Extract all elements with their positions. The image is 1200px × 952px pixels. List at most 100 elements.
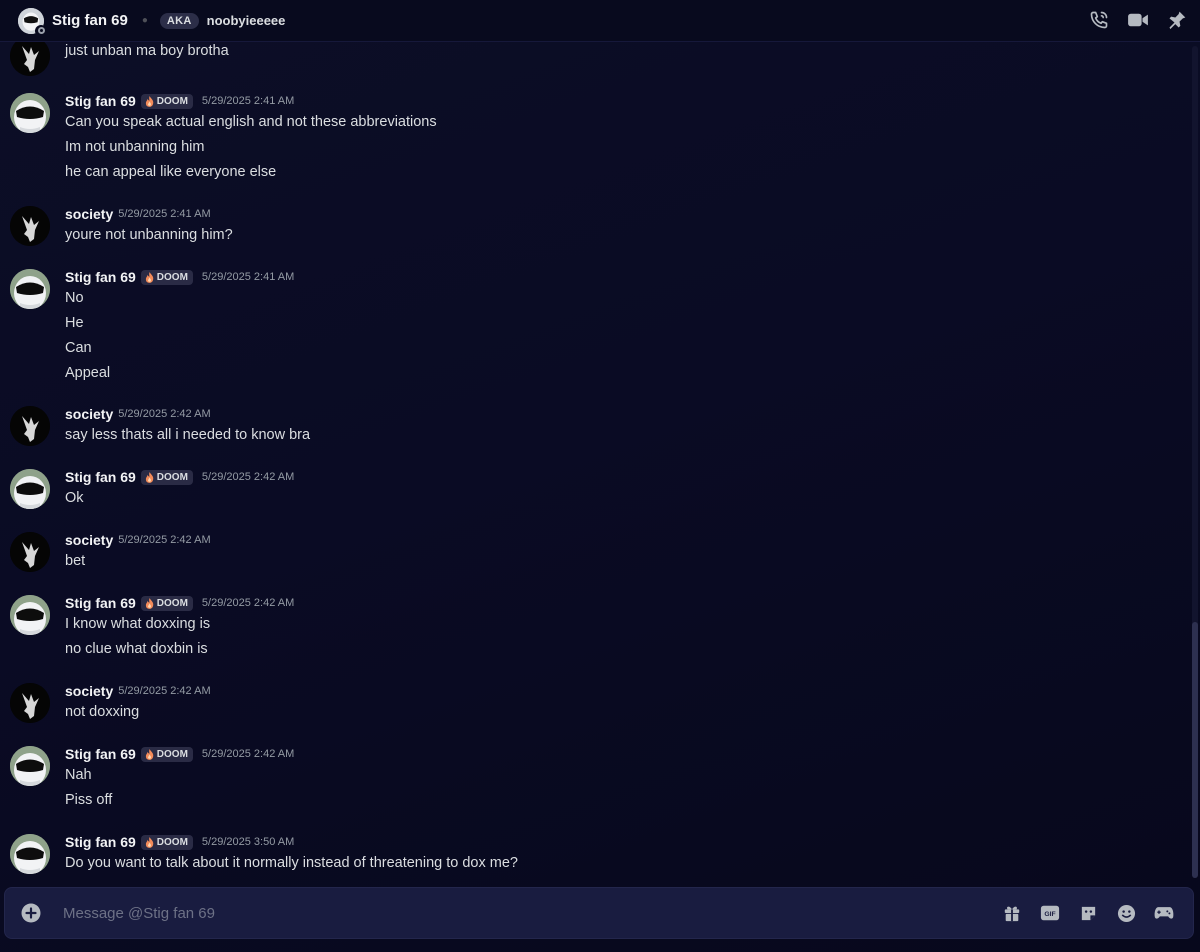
- server-tag[interactable]: DOOM: [140, 746, 193, 762]
- message-composer: GIF: [4, 887, 1194, 939]
- header-title[interactable]: Stig fan 69: [52, 12, 128, 29]
- dove-icon: [10, 42, 50, 76]
- apps-icon[interactable]: [1153, 902, 1175, 924]
- flame-icon: [145, 836, 154, 848]
- message-input[interactable]: [63, 897, 933, 929]
- video-call-icon[interactable]: [1127, 9, 1149, 31]
- author-name[interactable]: Stig fan 69: [65, 834, 136, 850]
- stig-helmet-icon: [10, 595, 50, 635]
- author-name[interactable]: Stig fan 69: [65, 269, 136, 285]
- server-tag-label: DOOM: [156, 471, 188, 483]
- message-header: Stig fan 69 DOOM 5/29/2025 2:42 AM: [65, 469, 294, 485]
- stig-helmet-icon: [10, 834, 50, 874]
- avatar[interactable]: [10, 206, 50, 246]
- author-name[interactable]: Stig fan 69: [65, 93, 136, 109]
- gift-icon[interactable]: [1001, 902, 1023, 924]
- avatar[interactable]: [10, 532, 50, 572]
- avatar[interactable]: [10, 42, 50, 76]
- message-text: I know what doxxing is: [65, 616, 211, 632]
- server-tag[interactable]: DOOM: [140, 834, 193, 850]
- message-list[interactable]: just unban ma boy brotha Stig fan 69 DOOM 5…: [0, 42, 1188, 882]
- avatar[interactable]: [10, 683, 50, 723]
- message-text: he can appeal like everyone else: [65, 164, 277, 180]
- message-text: Ok: [65, 490, 84, 506]
- message-text: just unban ma boy brotha: [65, 43, 229, 59]
- message-header: Stig fan 69 DOOM 5/29/2025 2:42 AM: [65, 746, 294, 762]
- author-name[interactable]: society: [65, 206, 113, 222]
- flame-icon: [145, 271, 154, 283]
- message-timestamp[interactable]: 5/29/2025 2:42 AM: [118, 408, 210, 420]
- avatar[interactable]: [10, 469, 50, 509]
- message-timestamp[interactable]: 5/29/2025 2:41 AM: [118, 208, 210, 220]
- stig-helmet-icon: [10, 746, 50, 786]
- server-tag-label: DOOM: [156, 597, 188, 609]
- author-name[interactable]: Stig fan 69: [65, 595, 136, 611]
- header-avatar[interactable]: [18, 7, 47, 37]
- stig-helmet-icon: [10, 269, 50, 309]
- author-name[interactable]: society: [65, 406, 113, 422]
- emoji-icon[interactable]: [1115, 902, 1137, 924]
- scrollbar[interactable]: [1192, 46, 1198, 878]
- server-tag-label: DOOM: [156, 748, 188, 760]
- message-text: Nah: [65, 767, 92, 783]
- svg-text:GIF: GIF: [1044, 911, 1055, 918]
- header-toolbar: [1088, 9, 1188, 31]
- header-separator: ●: [141, 15, 148, 26]
- server-tag[interactable]: DOOM: [140, 269, 193, 285]
- dove-icon: [10, 683, 50, 723]
- avatar[interactable]: [10, 746, 50, 786]
- message-timestamp[interactable]: 5/29/2025 2:42 AM: [202, 471, 294, 483]
- author-name[interactable]: society: [65, 683, 113, 699]
- avatar[interactable]: [10, 595, 50, 635]
- message-text: Piss off: [65, 792, 113, 808]
- dm-header: Stig fan 69 ● AKA noobyieeeee: [0, 0, 1200, 42]
- server-tag[interactable]: DOOM: [140, 595, 193, 611]
- gif-icon[interactable]: GIF: [1039, 902, 1061, 924]
- message-text: not doxxing: [65, 704, 140, 720]
- aka-name: noobyieeeee: [206, 13, 286, 28]
- message-header: society 5/29/2025 2:42 AM: [65, 406, 211, 422]
- server-tag[interactable]: DOOM: [140, 469, 193, 485]
- avatar[interactable]: [10, 93, 50, 133]
- flame-icon: [145, 748, 154, 760]
- author-name[interactable]: Stig fan 69: [65, 469, 136, 485]
- message-timestamp[interactable]: 5/29/2025 2:42 AM: [118, 685, 210, 697]
- message-text: youre not unbanning him?: [65, 227, 233, 243]
- message-header: society 5/29/2025 2:42 AM: [65, 532, 211, 548]
- dove-icon: [10, 532, 50, 572]
- message-header: society 5/29/2025 2:41 AM: [65, 206, 211, 222]
- scrollbar-thumb[interactable]: [1192, 622, 1198, 878]
- server-tag[interactable]: DOOM: [140, 93, 193, 109]
- message-text: Can you speak actual english and not the…: [65, 114, 437, 130]
- message-timestamp[interactable]: 5/29/2025 2:42 AM: [202, 748, 294, 760]
- author-name[interactable]: society: [65, 532, 113, 548]
- message-text: Do you want to talk about it normally in…: [65, 855, 518, 871]
- message-timestamp[interactable]: 5/29/2025 2:42 AM: [202, 597, 294, 609]
- message-timestamp[interactable]: 5/29/2025 3:50 AM: [202, 836, 294, 848]
- aka-badge: AKA: [159, 12, 199, 29]
- server-tag-label: DOOM: [156, 836, 188, 848]
- message-header: Stig fan 69 DOOM 5/29/2025 2:41 AM: [65, 269, 294, 285]
- stig-helmet-icon: [10, 93, 50, 133]
- author-name[interactable]: Stig fan 69: [65, 746, 136, 762]
- message-text: bet: [65, 553, 86, 569]
- dove-icon: [10, 406, 50, 446]
- avatar[interactable]: [10, 834, 50, 874]
- stig-helmet-icon: [10, 469, 50, 509]
- message-text: say less thats all i needed to know bra: [65, 427, 311, 443]
- message-text: He: [65, 315, 84, 331]
- avatar[interactable]: [10, 406, 50, 446]
- message-timestamp[interactable]: 5/29/2025 2:41 AM: [202, 271, 294, 283]
- sticker-icon[interactable]: [1077, 902, 1099, 924]
- avatar[interactable]: [10, 269, 50, 309]
- message-header: society 5/29/2025 2:42 AM: [65, 683, 211, 699]
- message-text: Im not unbanning him: [65, 139, 205, 155]
- phone-call-icon[interactable]: [1088, 9, 1110, 31]
- add-attachment-icon[interactable]: [21, 903, 41, 923]
- pin-icon[interactable]: [1166, 9, 1188, 31]
- message-header: Stig fan 69 DOOM 5/29/2025 2:42 AM: [65, 595, 294, 611]
- message-text: No: [65, 290, 84, 306]
- message-timestamp[interactable]: 5/29/2025 2:42 AM: [118, 534, 210, 546]
- server-tag-label: DOOM: [156, 271, 188, 283]
- message-timestamp[interactable]: 5/29/2025 2:41 AM: [202, 95, 294, 107]
